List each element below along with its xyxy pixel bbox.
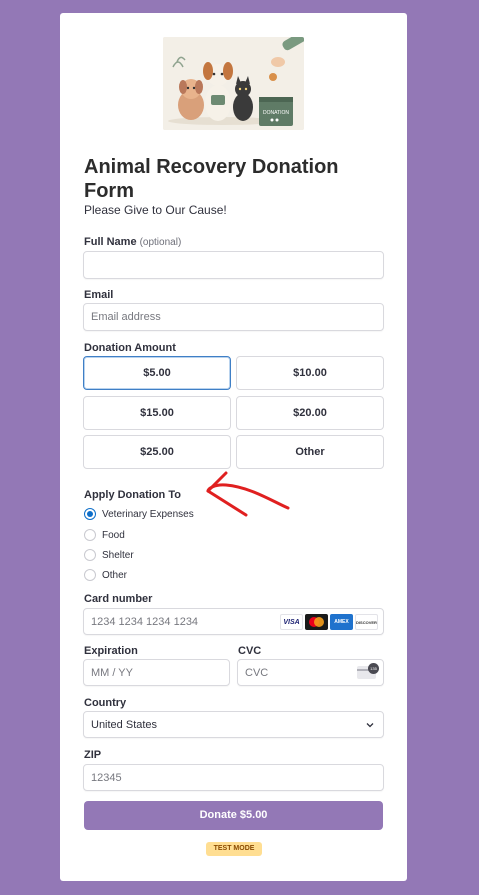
- amex-icon: AMEX: [330, 614, 353, 630]
- expiration-label: Expiration: [84, 645, 138, 657]
- radio-icon[interactable]: [84, 529, 96, 541]
- full-name-input[interactable]: [83, 251, 384, 279]
- card-number-input[interactable]: 1234 1234 1234 1234 VISA AMEX DISCOVER: [83, 608, 384, 635]
- form-title: Animal Recovery Donation Form: [84, 156, 339, 202]
- radio-label: Shelter: [102, 549, 134, 561]
- test-mode-badge: TEST MODE: [206, 842, 262, 856]
- radio-option-food[interactable]: Food: [84, 527, 125, 543]
- email-input[interactable]: Email address: [83, 303, 384, 331]
- radio-icon[interactable]: [84, 549, 96, 561]
- amount-option-25[interactable]: $25.00: [83, 435, 231, 469]
- discover-icon: DISCOVER: [355, 614, 378, 630]
- radio-option-veterinary[interactable]: Veterinary Expenses: [84, 506, 194, 522]
- radio-option-shelter[interactable]: Shelter: [84, 547, 134, 563]
- full-name-label-text: Full Name: [84, 236, 137, 248]
- radio-label: Other: [102, 569, 128, 581]
- visa-icon: VISA: [280, 614, 303, 630]
- donation-box-label: DONATION: [263, 110, 289, 116]
- donate-button[interactable]: Donate $5.00: [84, 801, 383, 830]
- zip-input[interactable]: 12345: [83, 764, 384, 791]
- form-subtitle: Please Give to Our Cause!: [84, 203, 227, 217]
- amount-option-10[interactable]: $10.00: [236, 356, 384, 390]
- optional-tag: (optional): [139, 237, 182, 248]
- apply-donation-label: Apply Donation To: [84, 489, 181, 501]
- country-value: United States: [91, 719, 158, 731]
- card-number-label: Card number: [84, 593, 153, 605]
- chevron-down-icon: [366, 723, 374, 728]
- pets-donation-illustration: DONATION: [163, 37, 304, 130]
- donation-amount-label: Donation Amount: [84, 342, 176, 354]
- amount-option-20[interactable]: $20.00: [236, 396, 384, 430]
- radio-icon[interactable]: [84, 569, 96, 581]
- zip-label: ZIP: [84, 749, 102, 761]
- hero-illustration: DONATION: [163, 37, 304, 130]
- radio-label: Food: [102, 529, 125, 541]
- country-select[interactable]: United States: [83, 711, 384, 738]
- cvc-card-icon: 135: [357, 663, 379, 679]
- full-name-label: Full Name (optional): [84, 236, 181, 248]
- mastercard-icon: [305, 614, 328, 630]
- expiration-input[interactable]: MM / YY: [83, 659, 230, 686]
- cvc-input[interactable]: CVC 135: [237, 659, 384, 686]
- amount-option-15[interactable]: $15.00: [83, 396, 231, 430]
- cvc-label: CVC: [238, 645, 262, 657]
- amount-option-other[interactable]: Other: [236, 435, 384, 469]
- card-brand-icons: VISA AMEX DISCOVER: [280, 614, 378, 630]
- radio-label: Veterinary Expenses: [102, 508, 194, 520]
- annotation-arrow-icon: [206, 471, 290, 517]
- amount-option-5[interactable]: $5.00: [83, 356, 231, 390]
- donation-form-card: DONATION Animal Recovery Donation Form P…: [60, 13, 407, 881]
- email-label: Email: [84, 289, 114, 301]
- country-label: Country: [84, 697, 127, 709]
- cvc-placeholder: CVC: [245, 667, 269, 679]
- card-number-placeholder: 1234 1234 1234 1234: [91, 616, 199, 628]
- radio-option-other[interactable]: Other: [84, 567, 127, 583]
- radio-selected-icon[interactable]: [84, 508, 96, 520]
- cvc-icon-number: 135: [368, 663, 379, 674]
